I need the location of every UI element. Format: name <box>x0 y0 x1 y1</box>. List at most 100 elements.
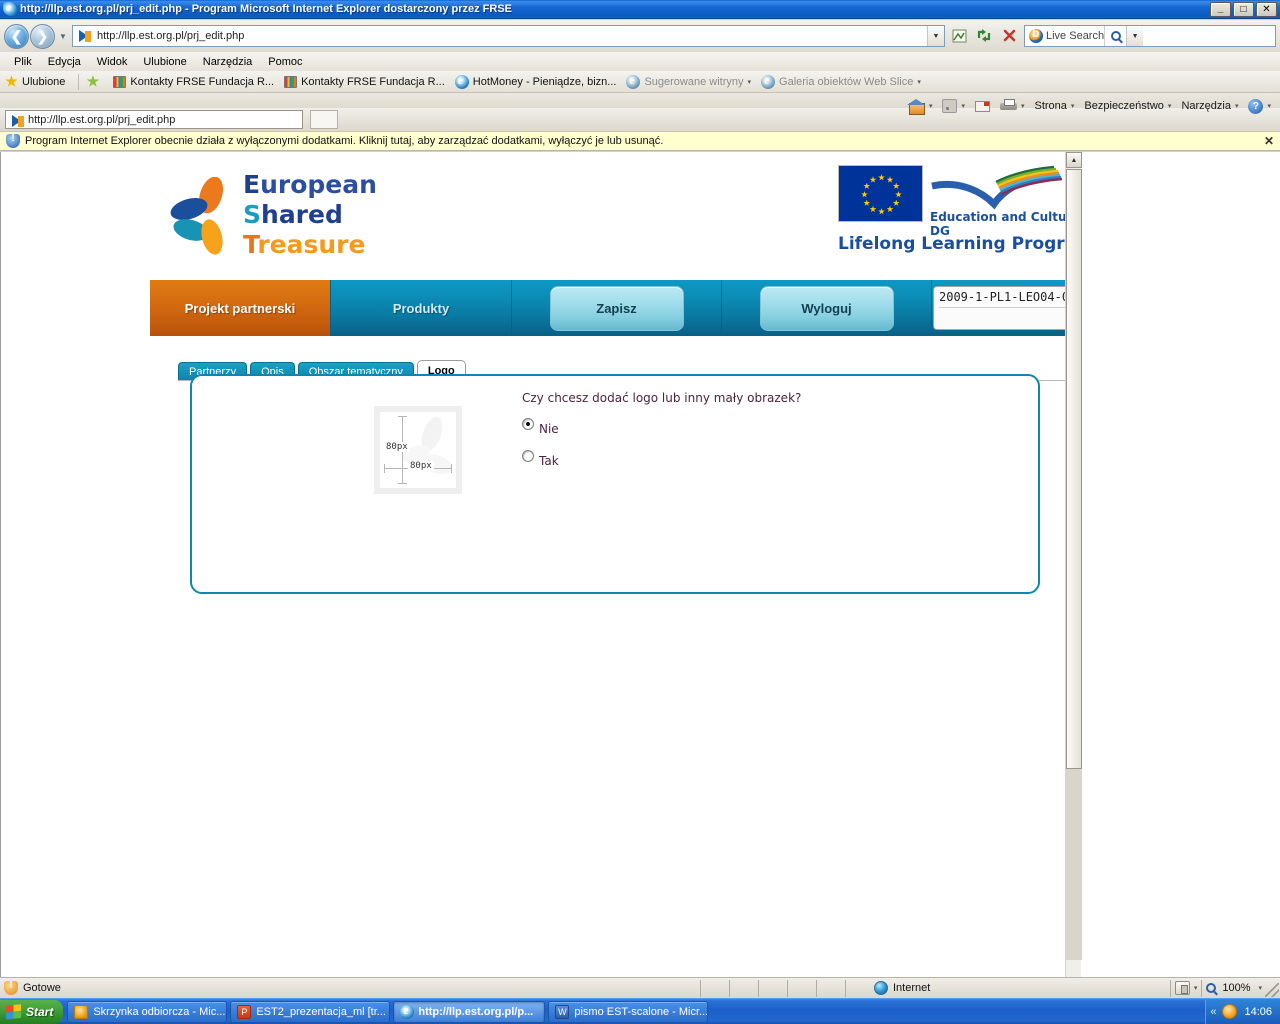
favorite-link-kontakty-1[interactable]: Kontakty FRSE Fundacja R... <box>113 75 275 88</box>
search-button[interactable] <box>1104 26 1126 46</box>
menu-item-pomoc[interactable]: Pomoc <box>260 54 310 70</box>
menu-item-narzedzia[interactable]: Narzędzia <box>195 54 261 70</box>
tick <box>398 416 407 417</box>
protected-mode-icon <box>1174 981 1190 995</box>
stop-glyph <box>1003 29 1016 42</box>
new-tab-button[interactable] <box>310 110 338 129</box>
status-cell <box>701 979 729 998</box>
command-bar: ▾ ▾ ▾ Strona ▾ Bezpieczeństwo ▾ Narzędzi… <box>903 95 1276 117</box>
taskbar-button-label: pismo EST-scalone - Micr... <box>574 1005 709 1018</box>
logout-button[interactable]: Wyloguj <box>759 285 894 331</box>
chevron-down-icon: ▾ <box>961 103 965 110</box>
search-provider-dropdown-icon[interactable]: ▼ <box>1126 26 1144 46</box>
compatibility-view-glyph <box>952 29 967 43</box>
taskbar-button-powerpoint[interactable]: P EST2_prezentacja_ml [tr... <box>230 1000 391 1023</box>
print-icon <box>999 99 1017 113</box>
windows-logo-icon <box>6 1003 21 1020</box>
security-menu-label: Bezpieczeństwo <box>1084 100 1164 112</box>
outlook-tray-icon[interactable] <box>1222 1004 1238 1019</box>
add-to-favorites-button[interactable] <box>86 75 103 88</box>
eu-star-icon <box>895 191 902 198</box>
resize-grip[interactable] <box>1265 983 1279 997</box>
close-icon[interactable]: ✕ <box>1264 135 1274 147</box>
print-button[interactable]: ▾ <box>995 97 1030 115</box>
start-button[interactable]: Start <box>0 999 64 1024</box>
clock[interactable]: 14:06 <box>1244 1006 1272 1018</box>
forward-arrow-icon[interactable]: ❯ <box>30 23 55 49</box>
show-hidden-icons-icon[interactable]: « <box>1210 1006 1216 1018</box>
zoom-level: 100% <box>1222 982 1251 994</box>
taskbar-button-word[interactable]: W pismo EST-scalone - Micr... <box>548 1000 709 1023</box>
chevron-down-icon: ▾ <box>747 78 752 86</box>
education-culture-dg-icon <box>931 165 1063 210</box>
favorite-link-kontakty-2[interactable]: Kontakty FRSE Fundacja R... <box>284 75 445 88</box>
nav-tab-projekt-partnerski[interactable]: Projekt partnerski <box>150 280 331 336</box>
menu-item-plik[interactable]: Plik <box>6 54 40 70</box>
radio-button-nie[interactable] <box>522 418 534 430</box>
maximize-button[interactable]: □ <box>1233 2 1254 17</box>
nav-tab-label: Produkty <box>392 300 450 316</box>
security-zone-cell[interactable]: Internet <box>846 979 1170 998</box>
help-menu-button[interactable]: ? ▾ <box>1243 97 1276 116</box>
web-slice-gallery-button[interactable]: Galeria obiektów Web Slice ▾ <box>761 73 921 89</box>
scroll-up-button[interactable]: ▲ <box>1066 152 1082 168</box>
information-bar[interactable]: Program Internet Explorer obecnie działa… <box>0 131 1280 151</box>
menu-item-ulubione[interactable]: Ulubione <box>135 54 194 70</box>
ie-icon <box>761 73 776 89</box>
star-icon <box>5 75 18 87</box>
status-cell <box>817 979 845 998</box>
nav-tab-produkty[interactable]: Produkty <box>331 280 512 336</box>
tools-menu-button[interactable]: Narzędzia ▾ <box>1176 98 1243 114</box>
system-tray: « 14:06 <box>1205 999 1280 1024</box>
favorite-label: Galeria obiektów Web Slice <box>779 75 914 88</box>
taskbar-button-outlook[interactable]: Skrzynka odbiorcza - Mic... <box>67 1000 228 1023</box>
taskbar-button-ie[interactable]: http://llp.est.org.pl/p... <box>393 1000 546 1023</box>
mail-button[interactable] <box>970 99 995 114</box>
page-menu-button[interactable]: Strona ▾ <box>1029 98 1079 114</box>
taskbar: Start Skrzynka odbiorcza - Mic... P EST2… <box>0 998 1280 1024</box>
search-input[interactable]: Live Search ▼ <box>1024 25 1276 47</box>
radio-option-nie[interactable]: Nie <box>522 418 559 436</box>
information-bar-text: Program Internet Explorer obecnie działa… <box>25 135 664 147</box>
compatibility-view-icon[interactable] <box>948 25 971 47</box>
est-cap-t: T <box>243 230 258 259</box>
page-menu-label: Strona <box>1034 100 1067 112</box>
favorite-link-hotmoney[interactable]: HotMoney - Pieniądze, bizn... <box>454 73 616 89</box>
tick <box>384 464 385 473</box>
width-label: 80px <box>408 461 434 471</box>
page-viewport: European Shared Treasure Education and C… <box>0 152 1280 977</box>
scrollbar-thumb[interactable] <box>1066 169 1082 769</box>
url-input[interactable]: http://llp.est.org.pl/prj_edit.php ▼ <box>72 25 945 47</box>
close-button[interactable]: ✕ <box>1256 2 1277 17</box>
save-button[interactable]: Zapisz <box>549 285 684 331</box>
menu-item-edycja[interactable]: Edycja <box>40 54 89 70</box>
chevron-down-icon: ▾ <box>1167 103 1172 110</box>
scrollbar-track[interactable] <box>1066 169 1082 960</box>
recent-pages-dropdown-icon[interactable]: ▼ <box>56 25 70 47</box>
favorite-label: Kontakty FRSE Fundacja R... <box>301 75 445 88</box>
tick <box>398 483 407 484</box>
menu-item-widok[interactable]: Widok <box>89 54 136 70</box>
url-history-dropdown-icon[interactable]: ▼ <box>927 26 944 46</box>
minimize-button[interactable]: _ <box>1210 2 1231 17</box>
eu-star-icon <box>863 199 871 206</box>
start-label: Start <box>26 1004 54 1019</box>
browser-tab-label: http://llp.est.org.pl/prj_edit.php <box>28 113 176 126</box>
site-nav-bar: Projekt partnerski Produkty Zapisz Wylog… <box>150 280 1129 336</box>
favorite-label: Kontakty FRSE Fundacja R... <box>130 75 275 88</box>
title-bar: http://llp.est.org.pl/prj_edit.php - Pro… <box>0 0 1280 19</box>
refresh-icon[interactable] <box>973 25 996 47</box>
back-arrow-icon[interactable]: ❮ <box>4 23 29 49</box>
feeds-button[interactable]: ▾ <box>937 97 970 115</box>
browser-tab-active[interactable]: http://llp.est.org.pl/prj_edit.php <box>5 110 303 129</box>
suggested-sites-button[interactable]: Sugerowane witryny ▾ <box>626 73 752 89</box>
page-scrollbar[interactable]: ▲ <box>1065 152 1082 977</box>
radio-label-nie: Nie <box>539 422 559 436</box>
protected-mode-cell[interactable]: ▾ <box>1171 979 1202 998</box>
radio-button-tak[interactable] <box>522 450 534 462</box>
favorites-button[interactable]: Ulubione <box>5 75 65 88</box>
security-menu-button[interactable]: Bezpieczeństwo ▾ <box>1079 98 1176 114</box>
radio-option-tak[interactable]: Tak <box>522 450 559 468</box>
home-button[interactable]: ▾ <box>903 97 938 116</box>
stop-icon[interactable] <box>998 25 1021 47</box>
